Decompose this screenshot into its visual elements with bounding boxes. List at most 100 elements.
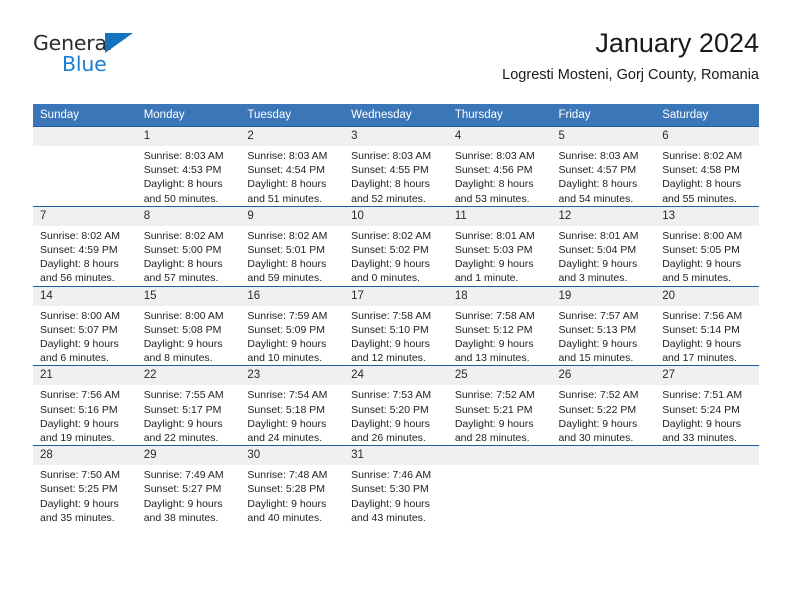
daylight-text-line2: and 50 minutes. bbox=[143, 192, 219, 205]
daylight-text-line2: and 6 minutes. bbox=[40, 352, 109, 365]
day-details: Sunrise: 7:51 AM Sunset: 5:24 PM Daylight:… bbox=[655, 385, 759, 445]
sunset-text: Sunset: 5:13 PM bbox=[558, 323, 637, 336]
daylight-text-line1: Daylight: 8 hours bbox=[247, 258, 327, 271]
calendar-day-cell[interactable]: 28 Sunrise: 7:50 AM Sunset: 5:25 PM Dayligh… bbox=[33, 445, 137, 526]
daylight-text-line1: Daylight: 9 hours bbox=[454, 338, 534, 351]
day-details: Sunrise: 8:02 AM Sunset: 5:02 PM Daylight:… bbox=[344, 226, 448, 286]
calendar-day-cell[interactable]: 12 Sunrise: 8:01 AM Sunset: 5:04 PM Dayligh… bbox=[551, 205, 656, 287]
sunrise-text: Sunrise: 8:03 AM bbox=[247, 150, 328, 162]
sunset-text: Sunset: 5:02 PM bbox=[351, 244, 429, 257]
calendar-day-cell[interactable]: 7 Sunrise: 8:02 AM Sunset: 4:59 PM Daylight… bbox=[33, 205, 137, 287]
daylight-text-line1: Daylight: 9 hours bbox=[143, 497, 223, 510]
calendar-day-cell[interactable]: 15 Sunrise: 8:00 AM Sunset: 5:08 PM Dayligh… bbox=[136, 285, 241, 366]
sunset-text: Sunset: 5:18 PM bbox=[247, 403, 326, 416]
calendar-day-cell[interactable]: 1 Sunrise: 8:03 AM Sunset: 4:53 PM Daylight… bbox=[136, 126, 241, 207]
sunset-text: Sunset: 5:20 PM bbox=[351, 403, 429, 416]
day-number: 18 bbox=[447, 286, 552, 306]
weekday-header-sunday: Sunday bbox=[33, 104, 137, 127]
calendar-cell-empty bbox=[655, 445, 759, 526]
daylight-text-line1: Daylight: 9 hours bbox=[454, 417, 534, 430]
calendar-week-row: 7 Sunrise: 8:02 AM Sunset: 4:59 PM Daylight… bbox=[33, 205, 759, 287]
day-details: Sunrise: 8:00 AM Sunset: 5:07 PM Daylight:… bbox=[33, 306, 137, 366]
calendar-day-cell[interactable]: 25 Sunrise: 7:52 AM Sunset: 5:21 PM Dayligh… bbox=[447, 365, 552, 446]
calendar-day-cell[interactable]: 31 Sunrise: 7:46 AM Sunset: 5:30 PM Dayligh… bbox=[344, 445, 448, 526]
daylight-text-line2: and 0 minutes. bbox=[351, 272, 420, 285]
calendar-day-cell[interactable]: 17 Sunrise: 7:58 AM Sunset: 5:10 PM Dayligh… bbox=[344, 285, 448, 366]
sunrise-text: Sunrise: 8:02 AM bbox=[662, 150, 743, 162]
generalblue-logo[interactable]: General Blue bbox=[33, 31, 233, 87]
calendar-day-cell[interactable]: 16 Sunrise: 7:59 AM Sunset: 5:09 PM Dayligh… bbox=[240, 285, 345, 366]
day-number-band bbox=[655, 446, 759, 466]
daylight-text-line2: and 35 minutes. bbox=[40, 511, 115, 524]
calendar-day-cell[interactable]: 13 Sunrise: 8:00 AM Sunset: 5:05 PM Dayligh… bbox=[655, 205, 759, 287]
daylight-text-line1: Daylight: 9 hours bbox=[351, 258, 430, 271]
daylight-text-line1: Daylight: 8 hours bbox=[351, 178, 430, 191]
calendar-day-cell[interactable]: 26 Sunrise: 7:52 AM Sunset: 5:22 PM Dayligh… bbox=[551, 365, 656, 446]
sunset-text: Sunset: 5:24 PM bbox=[662, 403, 740, 416]
day-number: 8 bbox=[136, 206, 241, 226]
sunrise-text: Sunrise: 8:03 AM bbox=[454, 150, 535, 162]
calendar-day-cell[interactable]: 3 Sunrise: 8:03 AM Sunset: 4:55 PM Daylight… bbox=[344, 126, 448, 207]
calendar-day-cell[interactable]: 18 Sunrise: 7:58 AM Sunset: 5:12 PM Dayligh… bbox=[447, 285, 552, 366]
daylight-text-line1: Daylight: 8 hours bbox=[454, 178, 534, 191]
day-number: 28 bbox=[33, 446, 137, 466]
daylight-text-line2: and 40 minutes. bbox=[247, 511, 323, 524]
day-number: 21 bbox=[33, 366, 137, 386]
daylight-text-line1: Daylight: 9 hours bbox=[247, 497, 327, 510]
calendar-day-cell[interactable]: 20 Sunrise: 7:56 AM Sunset: 5:14 PM Dayligh… bbox=[655, 285, 759, 366]
calendar-day-cell[interactable]: 5 Sunrise: 8:03 AM Sunset: 4:57 PM Daylight… bbox=[551, 126, 656, 207]
day-number: 2 bbox=[240, 127, 345, 146]
calendar-day-cell[interactable]: 9 Sunrise: 8:02 AM Sunset: 5:01 PM Daylight… bbox=[240, 205, 345, 287]
day-details: Sunrise: 7:57 AM Sunset: 5:13 PM Daylight:… bbox=[552, 306, 656, 366]
day-details: Sunrise: 7:52 AM Sunset: 5:22 PM Daylight:… bbox=[552, 385, 656, 445]
day-number: 31 bbox=[344, 446, 448, 466]
sunrise-text: Sunrise: 8:03 AM bbox=[558, 150, 639, 162]
calendar-day-cell[interactable]: 22 Sunrise: 7:55 AM Sunset: 5:17 PM Dayligh… bbox=[136, 365, 241, 446]
calendar-cell-empty bbox=[551, 445, 656, 526]
daylight-text-line2: and 51 minutes. bbox=[247, 192, 323, 205]
calendar-day-cell[interactable]: 23 Sunrise: 7:54 AM Sunset: 5:18 PM Dayligh… bbox=[240, 365, 345, 446]
daylight-text-line1: Daylight: 9 hours bbox=[143, 338, 223, 351]
calendar-day-cell[interactable]: 19 Sunrise: 7:57 AM Sunset: 5:13 PM Dayligh… bbox=[551, 285, 656, 366]
sunrise-text: Sunrise: 8:02 AM bbox=[143, 229, 224, 242]
day-number: 22 bbox=[136, 366, 241, 386]
sunset-text: Sunset: 5:10 PM bbox=[351, 323, 429, 336]
sunrise-text: Sunrise: 8:01 AM bbox=[454, 229, 535, 242]
sunrise-text: Sunrise: 7:55 AM bbox=[143, 389, 224, 402]
calendar-day-cell[interactable]: 24 Sunrise: 7:53 AM Sunset: 5:20 PM Dayligh… bbox=[344, 365, 448, 446]
calendar-day-cell[interactable]: 21 Sunrise: 7:56 AM Sunset: 5:16 PM Dayligh… bbox=[33, 365, 137, 446]
day-number: 10 bbox=[344, 206, 448, 226]
day-number: 13 bbox=[655, 206, 759, 226]
calendar-day-cell[interactable]: 2 Sunrise: 8:03 AM Sunset: 4:54 PM Daylight… bbox=[240, 126, 345, 207]
sunrise-text: Sunrise: 8:00 AM bbox=[662, 229, 743, 242]
daylight-text-line1: Daylight: 9 hours bbox=[351, 497, 430, 510]
calendar-day-cell[interactable]: 27 Sunrise: 7:51 AM Sunset: 5:24 PM Dayligh… bbox=[655, 365, 759, 446]
day-details: Sunrise: 7:55 AM Sunset: 5:17 PM Daylight:… bbox=[137, 385, 241, 445]
calendar-day-cell[interactable]: 4 Sunrise: 8:03 AM Sunset: 4:56 PM Daylight… bbox=[447, 126, 552, 207]
day-number: 12 bbox=[551, 206, 656, 226]
calendar-week-row: 1 Sunrise: 8:03 AM Sunset: 4:53 PM Daylight… bbox=[33, 126, 759, 207]
sunrise-text: Sunrise: 7:56 AM bbox=[662, 309, 743, 322]
daylight-text-line1: Daylight: 9 hours bbox=[40, 417, 119, 430]
day-details: Sunrise: 8:03 AM Sunset: 4:56 PM Daylight:… bbox=[448, 146, 552, 206]
calendar-day-cell[interactable]: 14 Sunrise: 8:00 AM Sunset: 5:07 PM Dayligh… bbox=[33, 285, 137, 366]
day-details: Sunrise: 8:02 AM Sunset: 5:01 PM Daylight:… bbox=[240, 226, 344, 286]
calendar-day-cell[interactable]: 11 Sunrise: 8:01 AM Sunset: 5:03 PM Dayligh… bbox=[447, 205, 552, 287]
day-number-band bbox=[33, 127, 137, 146]
weekday-header-thursday: Thursday bbox=[447, 104, 552, 127]
calendar-day-cell[interactable]: 6 Sunrise: 8:02 AM Sunset: 4:58 PM Daylight… bbox=[655, 126, 759, 207]
calendar-day-cell[interactable]: 8 Sunrise: 8:02 AM Sunset: 5:00 PM Daylight… bbox=[136, 205, 241, 287]
sunrise-text: Sunrise: 7:51 AM bbox=[662, 389, 743, 402]
day-details: Sunrise: 8:02 AM Sunset: 5:00 PM Daylight:… bbox=[137, 226, 241, 286]
day-details: Sunrise: 7:58 AM Sunset: 5:12 PM Daylight:… bbox=[448, 306, 552, 366]
sunrise-text: Sunrise: 7:53 AM bbox=[351, 389, 432, 402]
calendar-day-cell[interactable]: 10 Sunrise: 8:02 AM Sunset: 5:02 PM Dayligh… bbox=[344, 205, 448, 287]
calendar-day-cell[interactable]: 30 Sunrise: 7:48 AM Sunset: 5:28 PM Dayligh… bbox=[240, 445, 345, 526]
sunset-text: Sunset: 5:16 PM bbox=[40, 403, 118, 416]
calendar-cell-empty bbox=[447, 445, 552, 526]
sunset-text: Sunset: 5:28 PM bbox=[247, 483, 326, 496]
day-number-band bbox=[447, 446, 552, 466]
daylight-text-line1: Daylight: 9 hours bbox=[247, 417, 327, 430]
calendar-day-cell[interactable]: 29 Sunrise: 7:49 AM Sunset: 5:27 PM Dayligh… bbox=[136, 445, 241, 526]
day-number: 17 bbox=[344, 286, 448, 306]
